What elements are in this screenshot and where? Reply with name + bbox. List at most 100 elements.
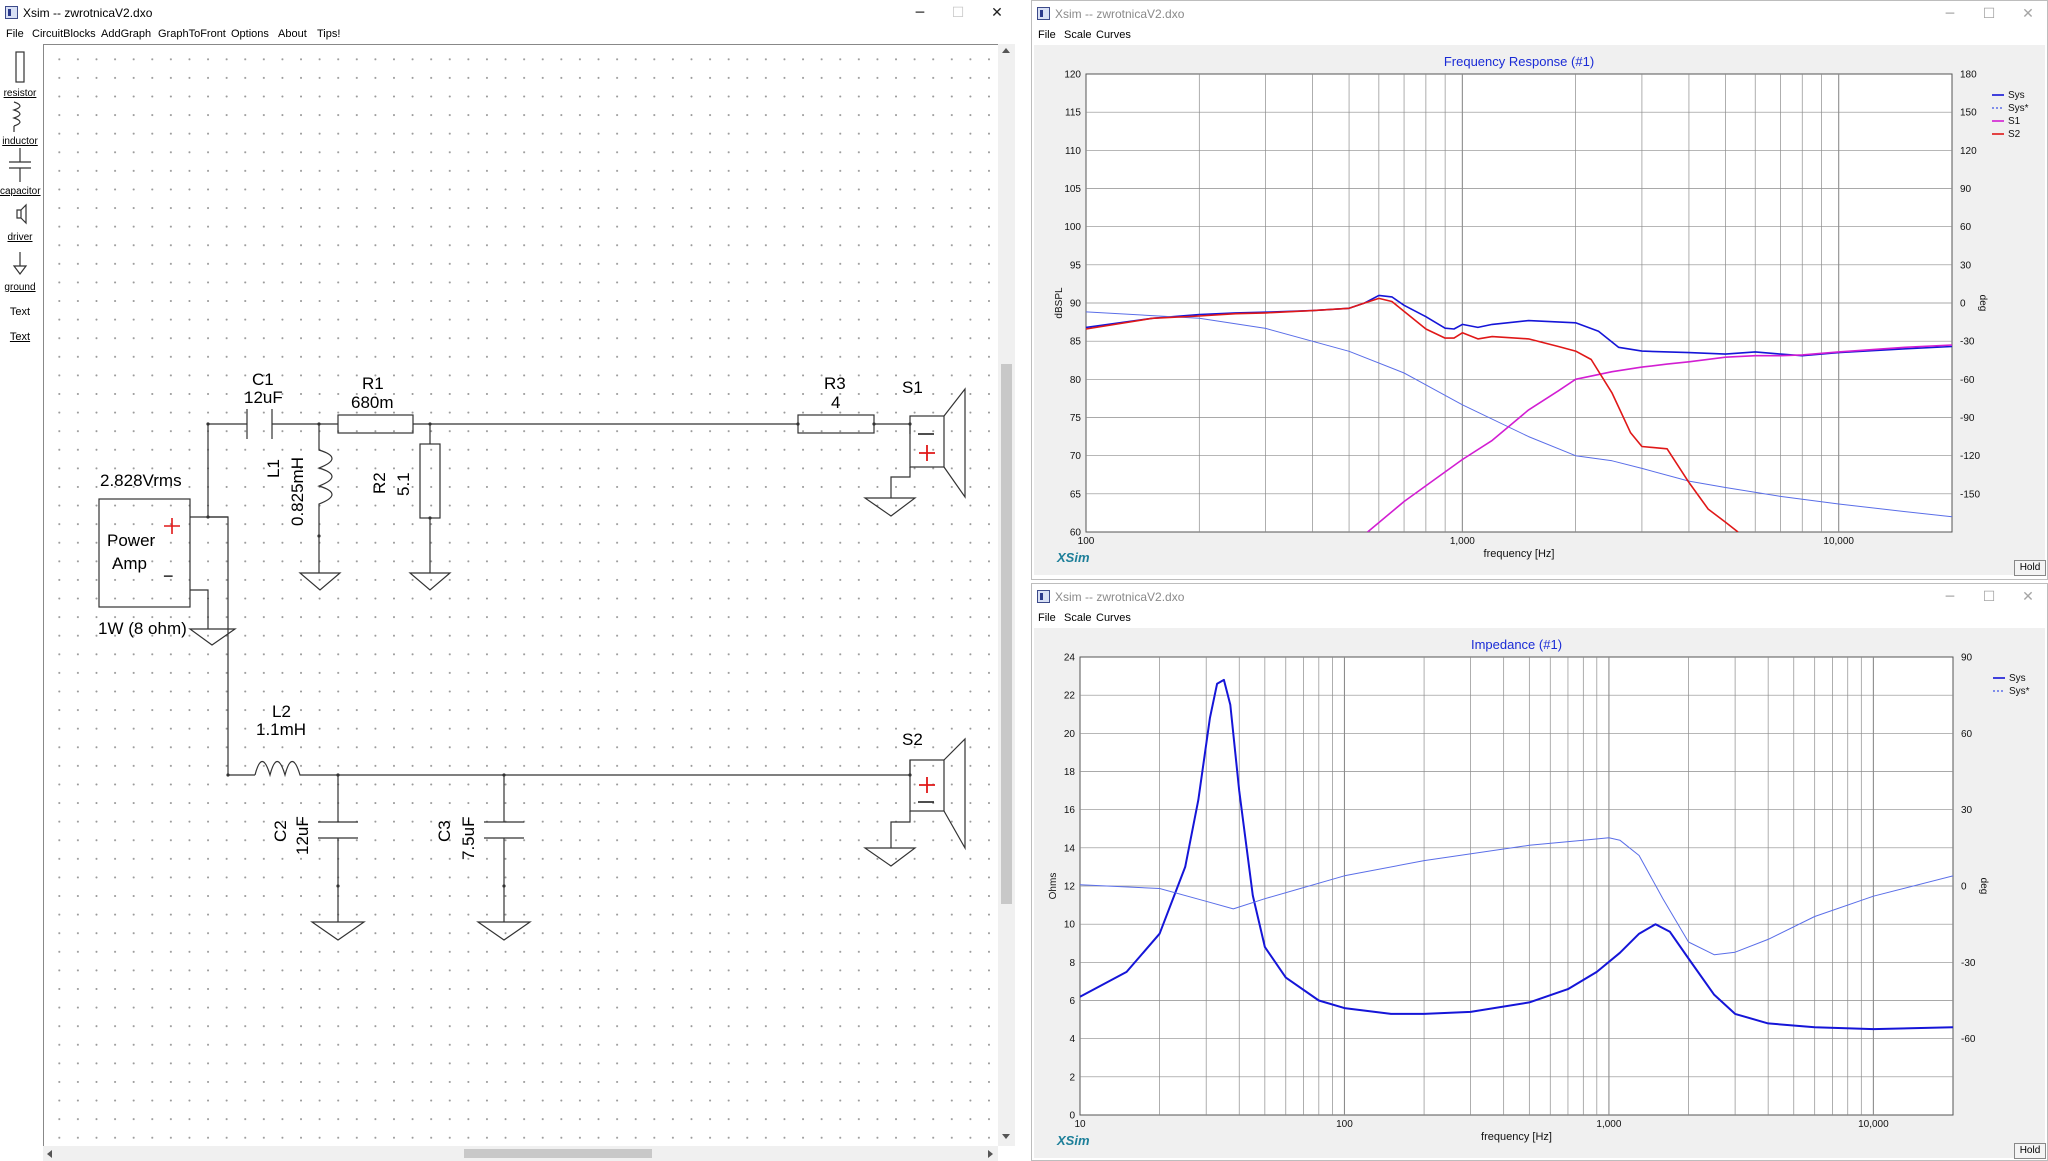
imp-chart-title: Impedance (#1) <box>1471 637 1562 652</box>
imp-y2-tick-label: 30 <box>1961 805 1973 816</box>
amp-label-line2: Amp <box>112 554 147 573</box>
freq-x-tick-label: 10,000 <box>1823 536 1854 547</box>
freq-y2-tick-label: -60 <box>1960 375 1975 386</box>
l1-name: L1 <box>264 459 283 478</box>
freq-y2-axis-label: deg <box>1977 295 1988 312</box>
circuit-diagram <box>98 387 966 941</box>
freq-y2-tick-label: -30 <box>1960 337 1975 348</box>
imp-y-tick-label: 8 <box>1069 958 1075 969</box>
freq-y-tick-label: 120 <box>1064 70 1081 81</box>
c1-name: C1 <box>252 370 274 389</box>
scroll-right-icon[interactable] <box>988 1150 993 1158</box>
imp-x-tick-label: 1,000 <box>1596 1119 1621 1130</box>
vertical-scroll-thumb[interactable] <box>1001 364 1012 904</box>
imp-y-tick-label: 4 <box>1069 1034 1075 1045</box>
imp-y2-tick-label: 60 <box>1961 729 1973 740</box>
imp-y-tick-label: 20 <box>1064 729 1076 740</box>
imp-y-tick-label: 10 <box>1064 920 1076 931</box>
freq-y-tick-label: 90 <box>1070 299 1082 310</box>
freq-y-tick-label: 105 <box>1064 184 1081 195</box>
freq-y-tick-label: 80 <box>1070 375 1082 386</box>
freq-x-axis-label: frequency [Hz] <box>1484 548 1555 560</box>
c2-name: C2 <box>271 820 290 842</box>
scroll-up-icon[interactable] <box>1002 48 1010 53</box>
r2-value: 5.1 <box>394 472 413 496</box>
imp-y2-axis-label: deg <box>1978 878 1989 895</box>
imp-legend-label: Sys <box>2009 673 2026 684</box>
freq-y-tick-label: 75 <box>1070 413 1082 424</box>
freq-y-tick-label: 115 <box>1065 108 1081 119</box>
l2-value: 1.1mH <box>256 720 307 739</box>
freq-y2-tick-label: 60 <box>1960 222 1972 233</box>
freq-y2-tick-label: 0 <box>1960 299 1966 310</box>
freq-y-tick-label: 95 <box>1070 260 1082 271</box>
hold-button[interactable]: Hold <box>2014 560 2046 576</box>
freq-y2-tick-label: 30 <box>1960 260 1972 271</box>
freq-legend-label: Sys* <box>2008 103 2029 114</box>
imp-x-tick-label: 10 <box>1074 1119 1086 1130</box>
frequency-response-window: Xsim -- zwrotnicaV2.dxo ─ ☐ ✕ File Scale… <box>1031 0 2048 580</box>
frequency-response-chart: 60 65 70 75 80 85 90 95 100 105 110 115 120 -150 -120 -… <box>1054 54 2029 560</box>
amp-rating: 1W (8 ohm) <box>98 619 187 638</box>
impedance-window: Xsim -- zwrotnicaV2.dxo ─ ☐ ✕ File Scale… <box>1031 583 2048 1161</box>
imp-legend-label: Sys* <box>2009 686 2030 697</box>
freq-legend-label: S2 <box>2008 129 2021 140</box>
scroll-down-icon[interactable] <box>1002 1134 1010 1139</box>
r2-name: R2 <box>370 472 389 494</box>
xsim-logo: XSim <box>1057 550 1090 565</box>
imp-y-axis-label: Ohms <box>1048 873 1059 900</box>
r1-value: 680m <box>351 393 394 412</box>
imp-y-tick-label: 18 <box>1064 767 1076 778</box>
imp-y-tick-label: 16 <box>1064 805 1076 816</box>
hold-button[interactable]: Hold <box>2014 1143 2046 1159</box>
freq-y-axis-label: dBSPL <box>1054 287 1065 319</box>
impedance-chart: 024681012141618202224-60-30030609010 100 1… <box>1048 637 2030 1143</box>
imp-y2-tick-label: 90 <box>1961 653 1973 664</box>
freq-y2-tick-label: -90 <box>1960 413 1975 424</box>
r3-value: 4 <box>831 393 841 412</box>
r1-name: R1 <box>362 374 384 393</box>
imp-x-tick-label: 10,000 <box>1858 1119 1889 1130</box>
imp-y-tick-label: 22 <box>1064 691 1076 702</box>
c1-value: 12uF <box>244 388 283 407</box>
freq-x-tick-label: 100 <box>1078 536 1095 547</box>
r3-name: R3 <box>824 374 846 393</box>
imp-y-tick-label: 24 <box>1064 653 1076 664</box>
s1-name: S1 <box>902 378 923 397</box>
imp-x-axis-label: frequency [Hz] <box>1481 1131 1552 1143</box>
freq-legend-label: Sys <box>2008 90 2025 101</box>
imp-x-tick-label: 100 <box>1336 1119 1353 1130</box>
c3-name: C3 <box>435 820 454 842</box>
freq-y-tick-label: 110 <box>1065 146 1081 157</box>
scroll-left-icon[interactable] <box>47 1150 52 1158</box>
imp-y-tick-label: 14 <box>1064 843 1076 854</box>
xsim-logo: XSim <box>1057 1133 1090 1148</box>
freq-y2-tick-label: 90 <box>1960 184 1972 195</box>
imp-y2-tick-label: -30 <box>1961 958 1976 969</box>
horizontal-scroll-thumb[interactable] <box>464 1149 652 1158</box>
freq-chart-title: Frequency Response (#1) <box>1444 54 1594 69</box>
imp-y-tick-label: 2 <box>1069 1072 1075 1083</box>
freq-x-tick-label: 1,000 <box>1450 536 1475 547</box>
background-window-sliver <box>1017 0 1031 1161</box>
freq-legend-label: S1 <box>2008 116 2021 127</box>
l1-value: 0.825mH <box>288 457 307 526</box>
freq-y-tick-label: 100 <box>1064 222 1081 233</box>
freq-y2-tick-label: -150 <box>1960 489 1980 500</box>
horizontal-scrollbar[interactable] <box>43 1146 998 1161</box>
imp-y2-tick-label: -60 <box>1961 1034 1976 1045</box>
freq-y2-tick-label: 180 <box>1960 70 1977 81</box>
l2-name: L2 <box>272 702 291 721</box>
freq-y-tick-label: 65 <box>1070 489 1082 500</box>
c3-value: 7.5uF <box>459 816 478 860</box>
xsim-schematic-window: Xsim -- zwrotnicaV2.dxo ─ ☐ ✕ File Circu… <box>0 0 1017 1161</box>
c2-value: 12uF <box>293 816 312 855</box>
amp-label-line1: Power <box>107 531 156 550</box>
freq-y2-tick-label: 120 <box>1960 146 1977 157</box>
vertical-scrollbar[interactable] <box>998 44 1015 1146</box>
imp-y-tick-label: 12 <box>1064 882 1076 893</box>
freq-y2-tick-label: -120 <box>1960 451 1980 462</box>
freq-y-tick-label: 70 <box>1070 451 1082 462</box>
source-voltage: 2.828Vrms <box>100 471 182 490</box>
imp-y-tick-label: 6 <box>1069 996 1075 1007</box>
